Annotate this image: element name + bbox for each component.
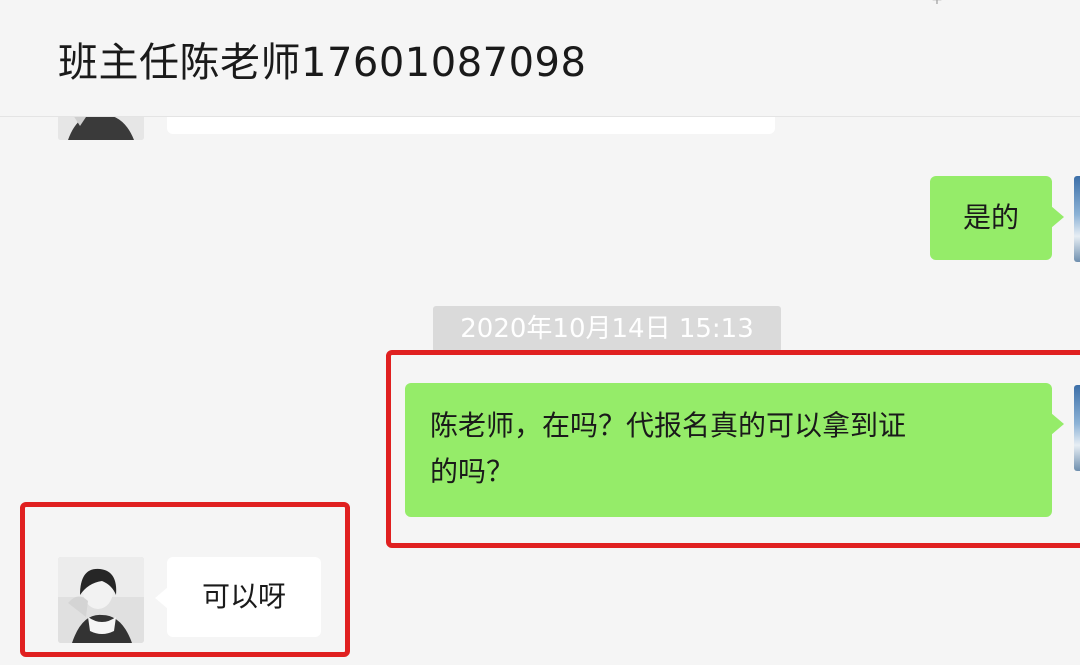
message-text: 是的 <box>962 201 1019 234</box>
plus-icon[interactable]: + <box>928 0 946 7</box>
message-bubble-yes[interactable]: 是的 <box>930 176 1064 260</box>
message-text-line-1: 陈老师，在吗？代报名真的可以拿到证 <box>430 409 907 442</box>
chat-title: 班主任陈老师17601087098 <box>58 40 587 86</box>
message-timestamp: 2020年10月14日 15:13 <box>433 306 781 352</box>
message-text: 可以呀 <box>201 580 286 613</box>
message-bubble-question[interactable]: 陈老师，在吗？代报名真的可以拿到证 的吗？ <box>405 383 1064 517</box>
self-avatar[interactable] <box>1074 176 1080 262</box>
chat-window: 班主任陈老师17601087098 + 是的 2020年10月14日 15:13… <box>0 0 1080 665</box>
message-text-line-2: 的吗？ <box>430 455 515 488</box>
chat-header: 班主任陈老师17601087098 + <box>0 0 1080 117</box>
message-bubble-reply[interactable]: 可以呀 <box>155 557 321 637</box>
self-avatar-2[interactable] <box>1074 385 1080 471</box>
teacher-avatar-reply[interactable] <box>58 557 144 643</box>
